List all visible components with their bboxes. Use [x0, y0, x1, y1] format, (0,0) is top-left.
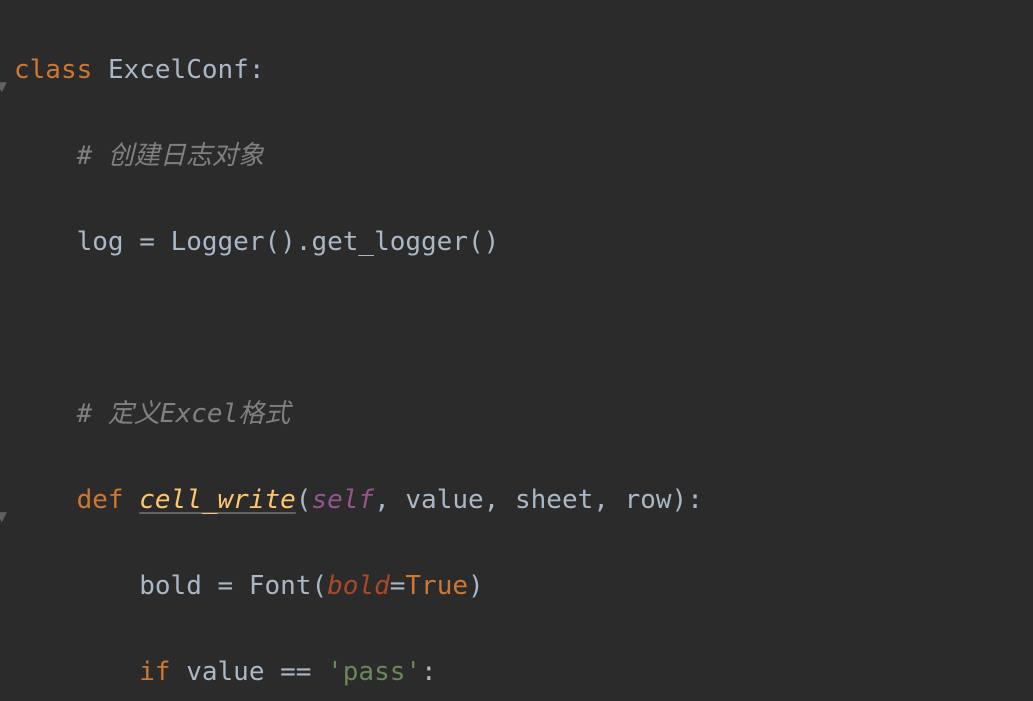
punct: ( — [296, 485, 312, 515]
comment-token: # 创建日志对象 — [77, 141, 264, 171]
code-line[interactable]: log = Logger().get_logger() — [0, 221, 1033, 264]
keyword: class — [14, 55, 92, 85]
call-token: Logger — [171, 227, 265, 257]
self-token: self — [311, 485, 374, 515]
code-line[interactable]: # 定义Excel格式 — [0, 393, 1033, 436]
op-token: = — [202, 571, 249, 601]
punct: : — [249, 55, 265, 85]
punct: , — [484, 485, 515, 515]
call-token: get_logger — [311, 227, 468, 257]
comment-token: # 定义Excel格式 — [77, 399, 291, 429]
ident-token: log — [77, 227, 124, 257]
code-line[interactable]: ▾ def cell_write(self, value, sheet, row… — [0, 479, 1033, 522]
keyword: if — [139, 657, 170, 687]
class-name-token: ExcelConf — [108, 55, 249, 85]
punct: : — [687, 485, 703, 515]
punct: , — [374, 485, 405, 515]
fold-icon[interactable]: ▾ — [0, 495, 6, 507]
string-token: 'pass' — [327, 657, 421, 687]
code-line[interactable]: bold = Font(bold=True) — [0, 565, 1033, 608]
code-line[interactable]: ▾ class ExcelConf: — [0, 49, 1033, 92]
param-token: value — [405, 485, 483, 515]
punct: ) — [484, 227, 500, 257]
kwarg-token: bold — [327, 571, 390, 601]
const-token: True — [405, 571, 468, 601]
punct: ) — [672, 485, 688, 515]
code-line[interactable]: # 创建日志对象 — [0, 135, 1033, 178]
code-line[interactable]: if value == 'pass': — [0, 651, 1033, 694]
punct: ( — [311, 571, 327, 601]
keyword: def — [77, 485, 124, 515]
op-token: = — [124, 227, 171, 257]
punct: , — [593, 485, 624, 515]
punct: ( — [264, 227, 280, 257]
punct: ) — [468, 571, 484, 601]
param-token: row — [625, 485, 672, 515]
param-token: sheet — [515, 485, 593, 515]
ident-token: bold — [139, 571, 202, 601]
op-token: == — [264, 657, 327, 687]
ident-token: value — [186, 657, 264, 687]
code-editor[interactable]: ▾class ExcelConf: # 创建日志对象 log = Logger(… — [0, 0, 1033, 701]
fold-icon[interactable]: ▾ — [0, 65, 6, 77]
punct: ) — [280, 227, 296, 257]
punct: : — [421, 657, 437, 687]
punct: ( — [468, 227, 484, 257]
func-name-token: cell_write — [139, 485, 296, 515]
call-token: Font — [249, 571, 312, 601]
code-line[interactable] — [0, 307, 1033, 350]
op-token: = — [390, 571, 406, 601]
punct: . — [296, 227, 312, 257]
